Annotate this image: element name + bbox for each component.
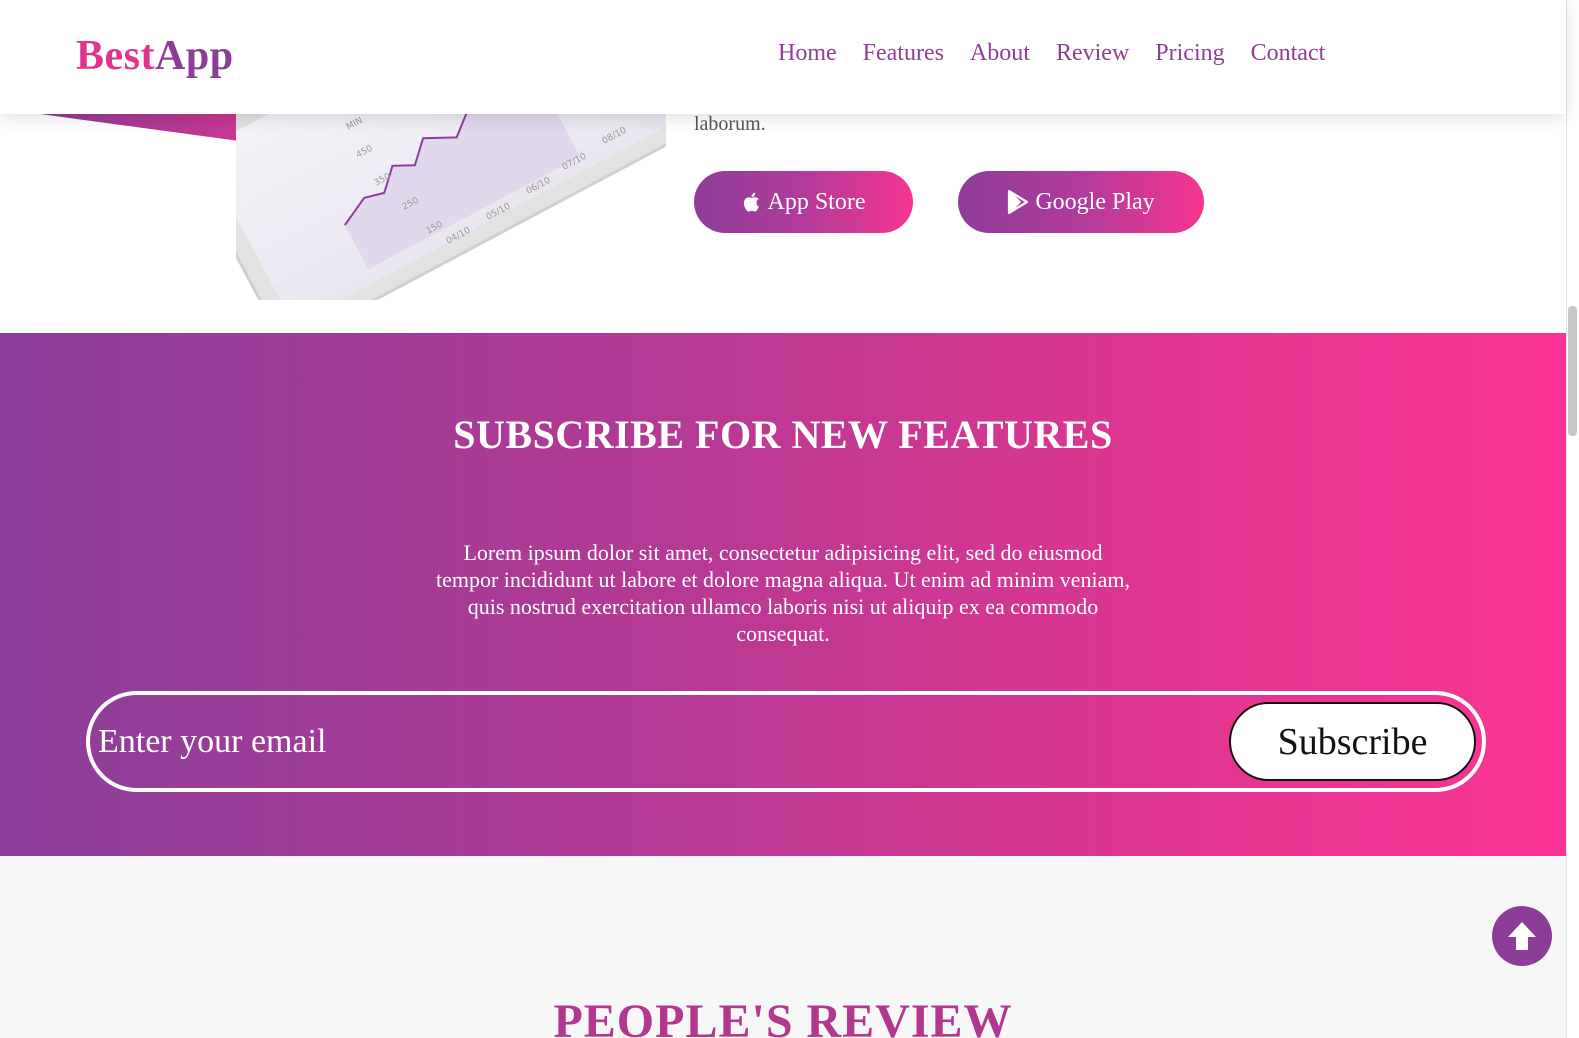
nav-link-pricing[interactable]: Pricing [1155, 40, 1224, 66]
nav-link-contact[interactable]: Contact [1251, 40, 1326, 66]
google-play-button[interactable]: Google Play [958, 171, 1204, 233]
google-play-label: Google Play [1035, 188, 1155, 215]
play-icon [1008, 190, 1029, 214]
review-title: PEOPLE'S REVIEW [553, 995, 1013, 1038]
nav-link-features[interactable]: Features [863, 40, 944, 66]
email-input[interactable] [98, 709, 1198, 775]
nav-item-review: Review [1056, 40, 1129, 67]
page-scrollbar-track[interactable] [1566, 0, 1579, 1038]
arrow-up-circle-icon [1508, 922, 1536, 950]
app-store-label: App Store [767, 188, 866, 215]
page-scrollbar-thumb[interactable] [1568, 306, 1577, 436]
nav-link-home[interactable]: Home [778, 40, 837, 66]
subscribe-form: Subscribe [86, 691, 1486, 792]
nav-link-about[interactable]: About [970, 40, 1030, 66]
nav-item-home: Home [778, 40, 837, 67]
nav-item-contact: Contact [1251, 40, 1326, 67]
subscribe-title: SUBSCRIBE FOR NEW FEATURES [453, 412, 1113, 457]
brand-logo-part1: Best [76, 33, 155, 79]
nav-item-features: Features [863, 40, 944, 67]
app-store-button[interactable]: App Store [694, 171, 913, 233]
subscribe-description: Lorem ipsum dolor sit amet, consectetur … [435, 540, 1131, 646]
brand-logo[interactable]: BestApp [76, 32, 234, 80]
main-nav: Home Features About Review Pricing Conta… [778, 40, 1325, 67]
site-header: BestApp Home Features About Review Prici… [0, 0, 1566, 114]
brand-logo-part2: App [155, 33, 234, 79]
nav-link-review[interactable]: Review [1056, 40, 1129, 66]
nav-item-about: About [970, 40, 1030, 67]
subscribe-button[interactable]: Subscribe [1229, 702, 1476, 781]
review-section: PEOPLE'S REVIEW [0, 856, 1566, 1038]
apple-icon [743, 192, 759, 212]
back-to-top-button[interactable] [1492, 906, 1552, 966]
subscribe-section: SUBSCRIBE FOR NEW FEATURES Lorem ipsum d… [0, 333, 1566, 856]
nav-item-pricing: Pricing [1155, 40, 1224, 67]
hero-description-tail: laborum. [694, 113, 766, 135]
